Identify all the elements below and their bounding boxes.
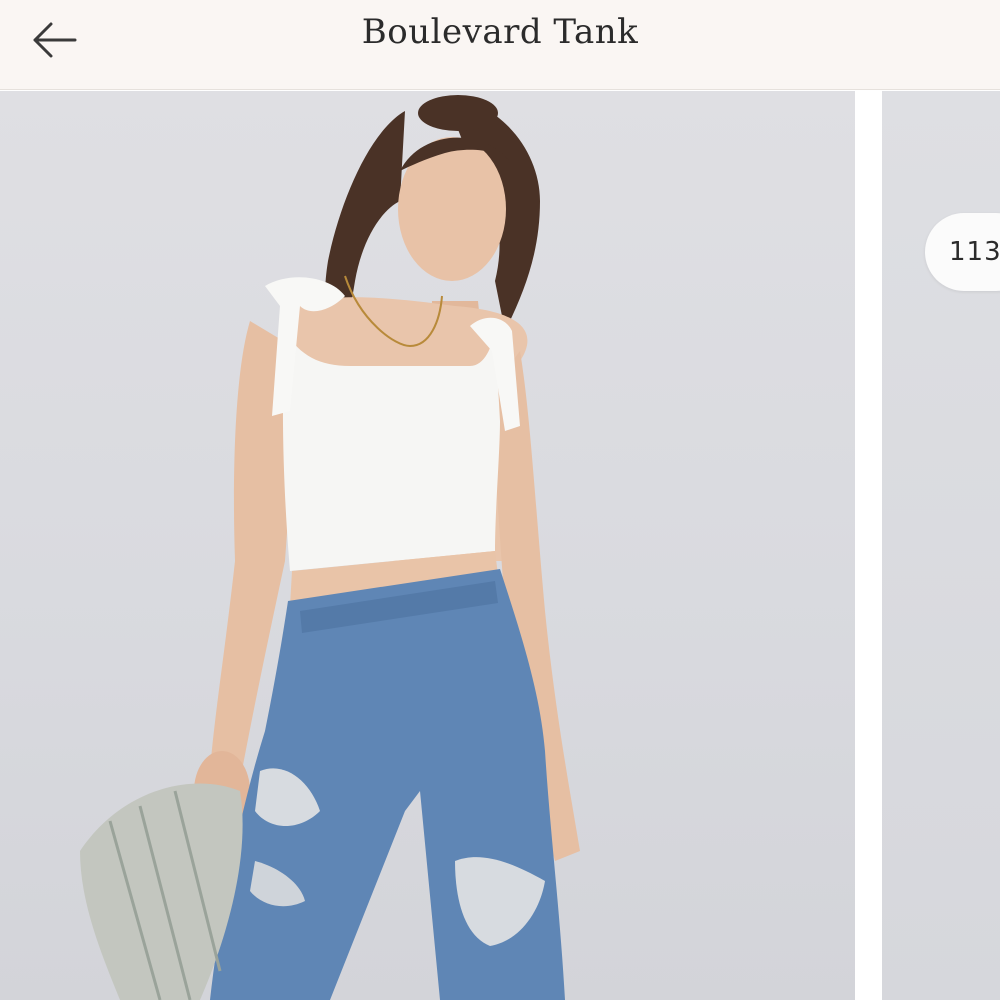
product-image-carousel[interactable]: 113 [0,91,1000,1000]
top-bar: Boulevard Tank [0,0,1000,90]
product-image-main[interactable] [0,91,855,1000]
product-photo [80,95,580,1000]
page-title: Boulevard Tank [361,12,639,52]
image-counter-badge: 113 [925,213,1000,291]
